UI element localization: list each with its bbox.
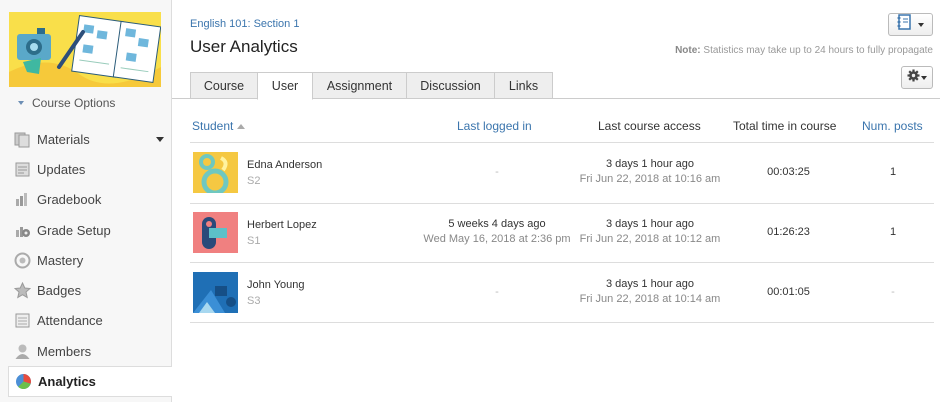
materials-icon — [14, 131, 31, 148]
table-row: John Young S3 - 3 days 1 hour ago Fri Ju… — [190, 263, 934, 323]
sidebar-item-label: Mastery — [37, 252, 84, 268]
gradebook-icon — [14, 191, 31, 208]
column-header-last-course-access: Last course access — [598, 119, 701, 133]
mastery-icon — [14, 252, 31, 269]
table-row: Herbert Lopez S1 5 weeks 4 days ago Wed … — [190, 203, 934, 263]
updates-icon — [14, 161, 31, 178]
notebook-menu-button[interactable] — [888, 13, 933, 36]
last-logged-in-cell: - — [495, 286, 499, 298]
sidebar-nav: Materials Updates Gradebook Grade Setup — [0, 124, 172, 397]
last-course-access-cell: 3 days 1 hour ago Fri Jun 22, 2018 at 10… — [579, 278, 721, 305]
avatar — [193, 212, 238, 253]
analytics-tabs: Course User Assignment Discussion Links — [172, 72, 940, 100]
note-label: Note: — [675, 45, 701, 56]
breadcrumb[interactable]: English 101: Section 1 — [190, 18, 299, 30]
last-course-access-cell: 3 days 1 hour ago Fri Jun 22, 2018 at 10… — [579, 158, 721, 185]
row-divider — [190, 322, 934, 323]
sidebar-item-gradebook[interactable]: Gradebook — [0, 185, 172, 215]
sidebar-item-label: Updates — [37, 161, 86, 177]
sidebar-item-label: Attendance — [37, 313, 103, 329]
num-posts-cell: - — [891, 286, 895, 298]
avatar — [193, 152, 238, 193]
last-course-access-cell: 3 days 1 hour ago Fri Jun 22, 2018 at 10… — [579, 218, 721, 245]
tab-user[interactable]: User — [257, 72, 313, 100]
num-posts-cell: 1 — [889, 226, 897, 238]
attendance-icon — [14, 312, 31, 329]
student-name[interactable]: Herbert Lopez — [247, 219, 317, 231]
caret-down-icon[interactable] — [156, 137, 164, 142]
course-options-label: Course Options — [32, 96, 116, 110]
student-section: S1 — [247, 235, 261, 247]
sidebar-item-members[interactable]: Members — [0, 336, 172, 366]
student-name[interactable]: John Young — [247, 279, 305, 291]
chevron-down-icon — [18, 101, 24, 105]
note-text: Statistics may take up to 24 hours to fu… — [700, 45, 933, 56]
sidebar-item-materials[interactable]: Materials — [0, 124, 172, 154]
course-options-toggle[interactable]: Course Options — [18, 96, 115, 110]
last-logged-in-cell: - — [495, 166, 499, 178]
sidebar-item-grade-setup[interactable]: Grade Setup — [0, 215, 172, 245]
column-header-num-posts[interactable]: Num. posts — [862, 119, 923, 133]
analytics-icon — [15, 373, 32, 390]
members-icon — [14, 343, 31, 360]
page-title: User Analytics — [190, 37, 298, 56]
sidebar-item-label: Members — [37, 343, 92, 359]
tab-discussion[interactable]: Discussion — [406, 72, 495, 99]
tab-links[interactable]: Links — [494, 72, 553, 99]
sidebar-item-badges[interactable]: Badges — [0, 275, 172, 305]
sidebar: Course Options Materials Updates Gradebo… — [0, 0, 172, 402]
sidebar-item-attendance[interactable]: Attendance — [0, 306, 172, 336]
total-time-cell: 00:01:05 — [767, 286, 810, 298]
table-row: Edna Anderson S2 - 3 days 1 hour ago Fri… — [190, 143, 934, 203]
column-header-total-time: Total time in course — [733, 119, 837, 133]
tab-assignment[interactable]: Assignment — [312, 72, 407, 99]
sidebar-item-label: Gradebook — [37, 192, 102, 208]
student-name[interactable]: Edna Anderson — [247, 159, 322, 171]
sidebar-item-updates[interactable]: Updates — [0, 154, 172, 184]
badges-icon — [14, 282, 31, 299]
propagation-note: Note: Statistics may take up to 24 hours… — [675, 45, 933, 56]
notebook-icon — [897, 14, 911, 35]
column-header-last-logged-in[interactable]: Last logged in — [457, 119, 532, 133]
total-time-cell: 00:03:25 — [767, 166, 810, 178]
column-header-student[interactable]: Student — [192, 119, 246, 133]
num-posts-cell: 1 — [889, 166, 897, 178]
avatar — [193, 272, 238, 313]
course-banner-image — [9, 12, 161, 87]
student-section: S2 — [247, 175, 261, 187]
tab-course[interactable]: Course — [190, 72, 258, 99]
chevron-down-icon — [918, 22, 924, 27]
grade-setup-icon — [14, 222, 31, 239]
sidebar-item-label: Analytics — [38, 374, 96, 390]
sort-ascending-icon — [237, 124, 246, 129]
student-section: S3 — [247, 295, 261, 307]
sidebar-item-analytics[interactable]: Analytics — [8, 366, 172, 397]
total-time-cell: 01:26:23 — [767, 226, 810, 238]
sidebar-item-label: Grade Setup — [37, 222, 111, 238]
sidebar-item-label: Badges — [37, 283, 82, 299]
sidebar-item-mastery[interactable]: Mastery — [0, 245, 172, 275]
sidebar-item-label: Materials — [37, 131, 90, 147]
